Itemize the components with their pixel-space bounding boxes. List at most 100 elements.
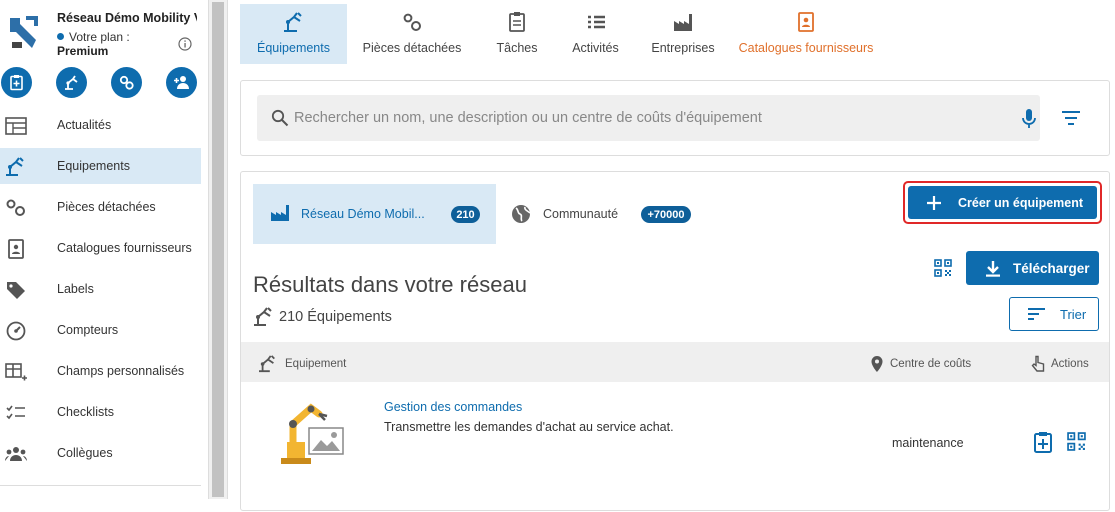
table-header: Equipement Centre de coûts Actions (241, 342, 1109, 382)
checklist-icon (6, 405, 25, 420)
clipboard-plus-icon (10, 75, 23, 91)
org-logo-icon (10, 16, 38, 48)
pointer-hand-icon (1031, 355, 1045, 372)
factory-icon (674, 14, 692, 31)
sidebar-item-label: Collègues (57, 446, 113, 460)
robot-arm-image (281, 403, 344, 464)
sidebar-item-supplier-catalogs[interactable]: Catalogues fournisseurs (0, 230, 201, 266)
globe-icon (512, 205, 531, 223)
tab-activities[interactable]: Activités (557, 4, 634, 64)
supplier-catalog-icon (8, 239, 24, 259)
search-card (240, 80, 1110, 156)
sidebar-item-label: Labels (57, 282, 94, 296)
column-cost-center-label: Centre de coûts (890, 358, 972, 370)
sidebar-item-checklists[interactable]: Checklists (0, 394, 201, 430)
tab-supplier-catalogs[interactable]: Catalogues fournisseurs (732, 4, 880, 64)
org-name: Réseau Démo Mobility V (57, 11, 197, 25)
custom-fields-icon (5, 363, 27, 381)
plan-info: Votre plan : Premium (57, 30, 130, 58)
supplier-catalog-icon (798, 12, 814, 32)
tab-tasks[interactable]: Tâches (477, 4, 557, 64)
tab-label: Catalogues fournisseurs (738, 41, 874, 55)
add-user-icon (174, 76, 189, 89)
sort-icon (1028, 308, 1045, 320)
plan-dot-icon (57, 33, 64, 40)
download-label: Télécharger (1013, 260, 1090, 276)
sort-label: Trier (1060, 306, 1087, 322)
qr-code-icon[interactable] (934, 259, 952, 277)
quick-add-task-button[interactable] (1, 67, 32, 98)
column-equipment-label: Equipement (285, 358, 347, 370)
results-card: Réseau Démo Mobil... 210 Communauté +700… (240, 171, 1110, 511)
equipment-icon (6, 157, 24, 176)
results-count: 210 Équipements (253, 307, 392, 327)
equipment-icon (259, 355, 275, 373)
download-button[interactable]: Télécharger (966, 251, 1099, 285)
sidebar-item-meters[interactable]: Compteurs (0, 312, 201, 348)
sidebar-item-label: Actualités (57, 118, 112, 132)
plan-label: Votre plan : (69, 30, 130, 44)
add-task-icon[interactable] (1033, 431, 1053, 453)
create-equipment-button[interactable]: Créer un équipement (908, 186, 1097, 219)
tab-label: Pièces détachées (362, 41, 462, 55)
sidebar-item-label: Checklists (57, 405, 114, 419)
network-count-badge: 210 (451, 206, 480, 223)
factory-icon (271, 205, 289, 221)
sidebar-item-custom-fields[interactable]: Champs personnalisés (0, 353, 201, 389)
sidebar-item-news[interactable]: Actualités (0, 107, 201, 143)
sidebar-item-parts[interactable]: Pièces détachées (0, 189, 201, 225)
column-equipment[interactable]: Equipement (257, 355, 346, 373)
results-title: Résultats dans votre réseau (253, 272, 527, 297)
plan-value: Premium (57, 44, 109, 58)
equipment-description: Transmettre les demandes d'achat au serv… (384, 420, 674, 434)
sidebar: Réseau Démo Mobility V Votre plan : Prem… (0, 0, 208, 499)
search-icon (271, 109, 289, 127)
sidebar-item-equipment[interactable]: Equipements (0, 148, 201, 184)
info-icon[interactable] (178, 37, 192, 51)
sidebar-item-label: Champs personnalisés (57, 364, 185, 378)
sidebar-nav: Actualités Equipements Pièces détachées … (0, 107, 201, 476)
sidebar-item-label: Compteurs (57, 323, 119, 337)
location-pin-icon (871, 356, 883, 372)
quick-add-colleague-button[interactable] (166, 67, 197, 98)
tab-network-label: Réseau Démo Mobil... (301, 207, 425, 221)
quick-add-part-button[interactable] (111, 67, 142, 98)
search-box[interactable] (257, 95, 1040, 141)
main-tabs: Équipements Pièces détachées Tâches Acti… (240, 4, 880, 64)
plus-icon (927, 195, 941, 210)
search-input[interactable] (294, 95, 994, 141)
tab-network[interactable]: Réseau Démo Mobil... 210 (253, 184, 496, 244)
sidebar-scrollbar[interactable] (208, 0, 227, 499)
gears-icon (403, 13, 421, 31)
microphone-icon[interactable] (1019, 108, 1039, 130)
sidebar-item-label: Catalogues fournisseurs (57, 241, 192, 255)
column-cost-center[interactable]: Centre de coûts (870, 355, 971, 373)
filter-icon[interactable] (1061, 109, 1081, 127)
sort-button[interactable]: Trier (1009, 297, 1099, 331)
create-equipment-label: Créer un équipement (958, 195, 1084, 210)
tab-label: Activités (572, 41, 619, 55)
qr-code-icon[interactable] (1067, 432, 1086, 451)
tab-equipment[interactable]: Équipements (240, 4, 347, 64)
column-actions-label: Actions (1051, 358, 1089, 370)
sidebar-item-label: Equipements (57, 159, 130, 173)
tab-parts[interactable]: Pièces détachées (347, 4, 477, 64)
tab-community-label: Communauté (543, 207, 619, 221)
tab-label: Entreprises (651, 41, 715, 55)
colleagues-icon (5, 447, 27, 461)
equipment-icon (254, 307, 272, 326)
tab-community[interactable]: Communauté +70000 (511, 184, 711, 244)
list-icon (587, 15, 605, 29)
tab-companies[interactable]: Entreprises (634, 4, 732, 64)
table-row[interactable]: Gestion des commandes Transmettre les de… (241, 382, 1109, 512)
equipment-name-link[interactable]: Gestion des commandes (384, 400, 522, 414)
sidebar-item-labels[interactable]: Labels (0, 271, 201, 307)
tab-label: Équipements (257, 41, 330, 55)
news-icon (5, 117, 27, 135)
equipment-icon (65, 75, 78, 90)
quick-add-equipment-button[interactable] (56, 67, 87, 98)
download-icon (986, 260, 1000, 277)
sidebar-item-colleagues[interactable]: Collègues (0, 435, 201, 471)
column-actions: Actions (1031, 355, 1089, 373)
scrollbar-thumb[interactable] (212, 2, 224, 497)
